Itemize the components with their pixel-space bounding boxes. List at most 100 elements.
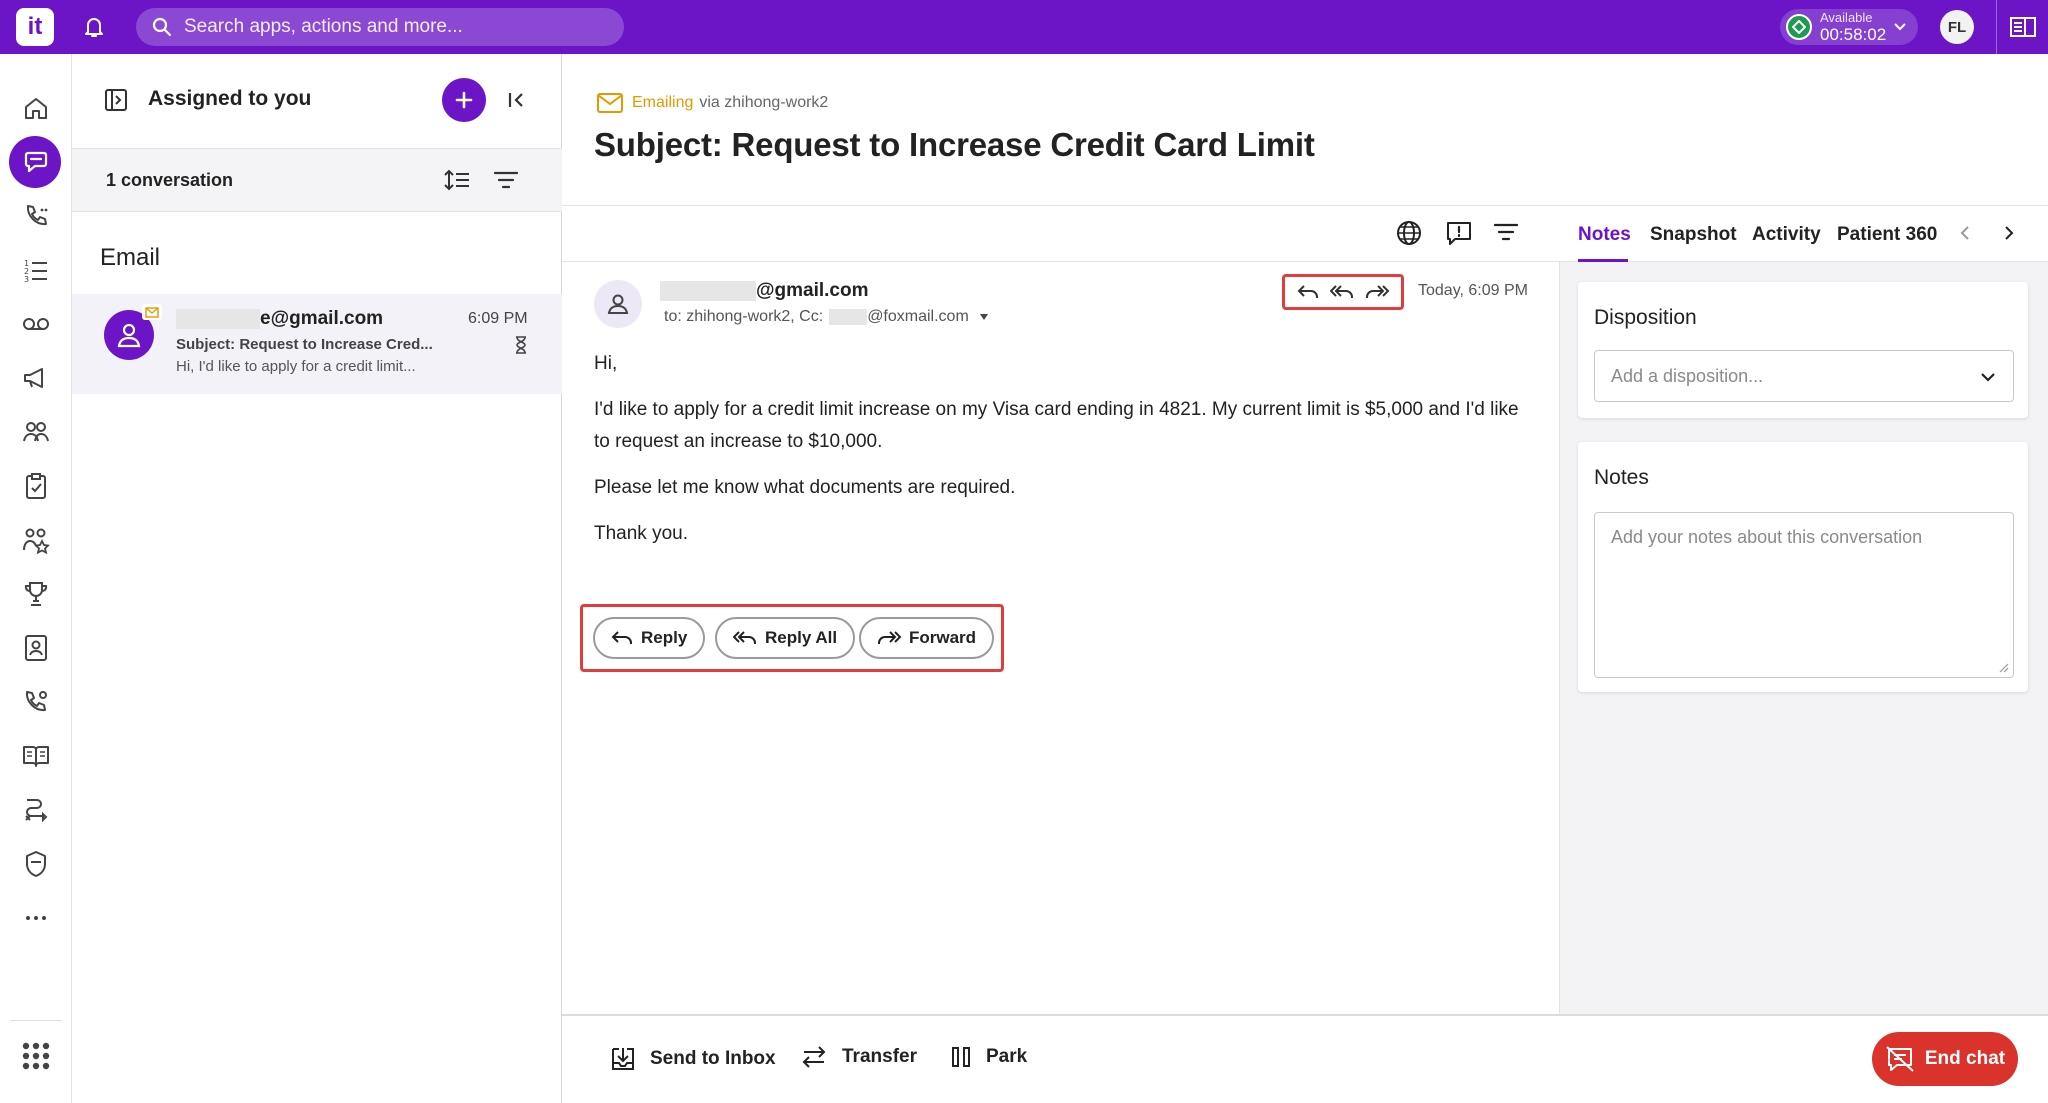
calls-icon[interactable] bbox=[18, 198, 54, 234]
sidebar-toggle-icon[interactable] bbox=[104, 88, 128, 112]
send-to-inbox-button[interactable]: Send to Inbox bbox=[610, 1046, 776, 1072]
reply-all-icon[interactable] bbox=[1329, 284, 1354, 300]
channel-name: Emailing bbox=[632, 94, 694, 111]
forward-icon bbox=[878, 631, 901, 644]
transfer-button[interactable]: Transfer bbox=[800, 1046, 917, 1068]
conversation-time: 6:09 PM bbox=[468, 310, 528, 327]
user-initials: FL bbox=[1947, 18, 1967, 36]
email-paragraph: Thank you. bbox=[594, 523, 688, 544]
summary-icon[interactable] bbox=[1446, 220, 1472, 246]
apps-grid-icon[interactable] bbox=[18, 1038, 54, 1074]
caret-down-icon bbox=[979, 314, 988, 320]
panel-toggle-icon[interactable] bbox=[2010, 15, 2036, 39]
filter-icon[interactable] bbox=[1494, 223, 1518, 241]
user-avatar[interactable]: FL bbox=[1940, 10, 1974, 44]
transfer-label: Transfer bbox=[842, 1046, 917, 1067]
global-search-input[interactable]: Search apps, actions and more... bbox=[136, 8, 624, 46]
disposition-card: Disposition Add a disposition... bbox=[1578, 282, 2028, 418]
filter-icon[interactable] bbox=[494, 171, 518, 189]
tasks-clipboard-icon[interactable] bbox=[18, 468, 54, 504]
conversation-list-item[interactable]: e@gmail.com 6:09 PM Subject: Request to … bbox=[72, 294, 562, 394]
top-bar: it Search apps, actions and more... Avai… bbox=[0, 0, 2048, 54]
conversation-count-row: 1 conversation bbox=[72, 148, 562, 212]
park-button[interactable]: Park bbox=[950, 1046, 1027, 1068]
conversation-list-header: Assigned to you bbox=[72, 54, 562, 148]
chevron-right-icon[interactable] bbox=[2002, 224, 2016, 242]
email-icon bbox=[597, 93, 623, 113]
campaigns-megaphone-icon[interactable] bbox=[18, 360, 54, 396]
trophy-icon[interactable] bbox=[18, 576, 54, 612]
disposition-title: Disposition bbox=[1594, 306, 1697, 329]
recipients-to: to: zhihong-work2, Cc: bbox=[664, 308, 824, 325]
contacts-group-icon[interactable] bbox=[18, 414, 54, 450]
search-placeholder: Search apps, actions and more... bbox=[184, 16, 463, 37]
tab-patient-360[interactable]: Patient 360 bbox=[1837, 224, 1937, 246]
email-paragraph: Hi, bbox=[594, 353, 618, 374]
globe-icon[interactable] bbox=[1396, 220, 1422, 246]
active-tab-indicator bbox=[1578, 259, 1628, 262]
quick-reply-actions bbox=[1282, 274, 1404, 310]
workflows-icon[interactable] bbox=[18, 792, 54, 828]
status-timer: 00:58:02 bbox=[1820, 25, 1887, 44]
notes-placeholder: Add your notes about this conversation bbox=[1611, 527, 1923, 547]
more-icon[interactable] bbox=[18, 900, 54, 936]
redacted-text bbox=[660, 281, 756, 301]
conversation-actions-bar: Send to Inbox Transfer Park End chat bbox=[562, 1014, 2048, 1103]
tab-snapshot[interactable]: Snapshot bbox=[1650, 224, 1737, 246]
conversation-header: Emailing via zhihong-work2 Subject: Requ… bbox=[562, 54, 2048, 206]
bell-icon[interactable] bbox=[82, 14, 106, 40]
chevron-down-icon bbox=[1894, 23, 1906, 31]
reply-icon[interactable] bbox=[1297, 284, 1319, 300]
email-message: @gmail.com to: zhihong-work2, Cc: @foxma… bbox=[562, 262, 1560, 1014]
topbar-divider bbox=[1996, 0, 1997, 54]
queue-list-icon[interactable]: 123 bbox=[18, 252, 54, 288]
details-tabs: Notes Snapshot Activity Patient 360 bbox=[1560, 206, 2048, 262]
directory-icon[interactable] bbox=[18, 630, 54, 666]
call-settings-icon[interactable] bbox=[18, 684, 54, 720]
email-date: Today, 6:09 PM bbox=[1418, 282, 1528, 299]
conversation-list-title: Assigned to you bbox=[148, 87, 312, 110]
reply-button[interactable]: Reply bbox=[593, 617, 706, 659]
conversation-sender: e@gmail.com bbox=[176, 308, 383, 330]
security-shield-icon[interactable] bbox=[18, 846, 54, 882]
resize-handle-icon[interactable] bbox=[1999, 663, 2009, 673]
conversation-preview: Hi, I'd like to apply for a credit limit… bbox=[176, 358, 416, 375]
sort-icon[interactable] bbox=[444, 169, 470, 191]
email-body: Hi, I'd like to apply for a credit limit… bbox=[594, 348, 1534, 564]
teams-star-icon[interactable] bbox=[18, 522, 54, 558]
knowledge-book-icon[interactable] bbox=[18, 738, 54, 774]
app-logo[interactable]: it bbox=[16, 8, 54, 46]
inbox-download-icon bbox=[612, 1048, 634, 1070]
tab-notes[interactable]: Notes bbox=[1578, 224, 1631, 246]
conversation-subject: Subject: Request to Increase Cred... bbox=[176, 336, 433, 353]
home-icon[interactable] bbox=[18, 90, 54, 126]
reply-all-button[interactable]: Reply All bbox=[715, 617, 856, 659]
conversations-icon[interactable] bbox=[9, 136, 61, 188]
plus-icon bbox=[455, 91, 473, 109]
disposition-select[interactable]: Add a disposition... bbox=[1594, 350, 2014, 402]
forward-icon[interactable] bbox=[1365, 284, 1390, 300]
sender-email: @gmail.com bbox=[660, 280, 869, 302]
email-toolbar bbox=[562, 206, 1560, 262]
search-icon bbox=[152, 17, 172, 37]
voicemail-icon[interactable] bbox=[18, 306, 54, 342]
new-conversation-button[interactable] bbox=[442, 78, 486, 122]
notes-textarea[interactable]: Add your notes about this conversation bbox=[1594, 512, 2014, 678]
agent-status-dropdown[interactable]: Available 00:58:02 bbox=[1780, 9, 1918, 45]
end-chat-button[interactable]: End chat bbox=[1872, 1032, 2018, 1086]
email-paragraph: I'd like to apply for a credit limit inc… bbox=[594, 399, 1519, 452]
forward-button[interactable]: Forward bbox=[859, 617, 995, 659]
app-logo-text: it bbox=[27, 13, 43, 40]
status-label: Available bbox=[1820, 10, 1873, 25]
park-icon bbox=[952, 1047, 970, 1067]
channel-indicator: Emailing via zhihong-work2 bbox=[596, 92, 828, 114]
reply-icon bbox=[611, 631, 632, 644]
chevron-left-icon[interactable] bbox=[1958, 224, 1972, 242]
reply-label: Reply bbox=[641, 628, 688, 647]
redacted-text bbox=[829, 309, 868, 325]
tab-activity[interactable]: Activity bbox=[1752, 224, 1821, 246]
collapse-panel-icon[interactable] bbox=[506, 90, 526, 110]
recipients-line[interactable]: to: zhihong-work2, Cc: @foxmail.com bbox=[664, 308, 989, 326]
end-chat-label: End chat bbox=[1924, 1048, 2006, 1069]
hourglass-icon bbox=[514, 336, 528, 354]
